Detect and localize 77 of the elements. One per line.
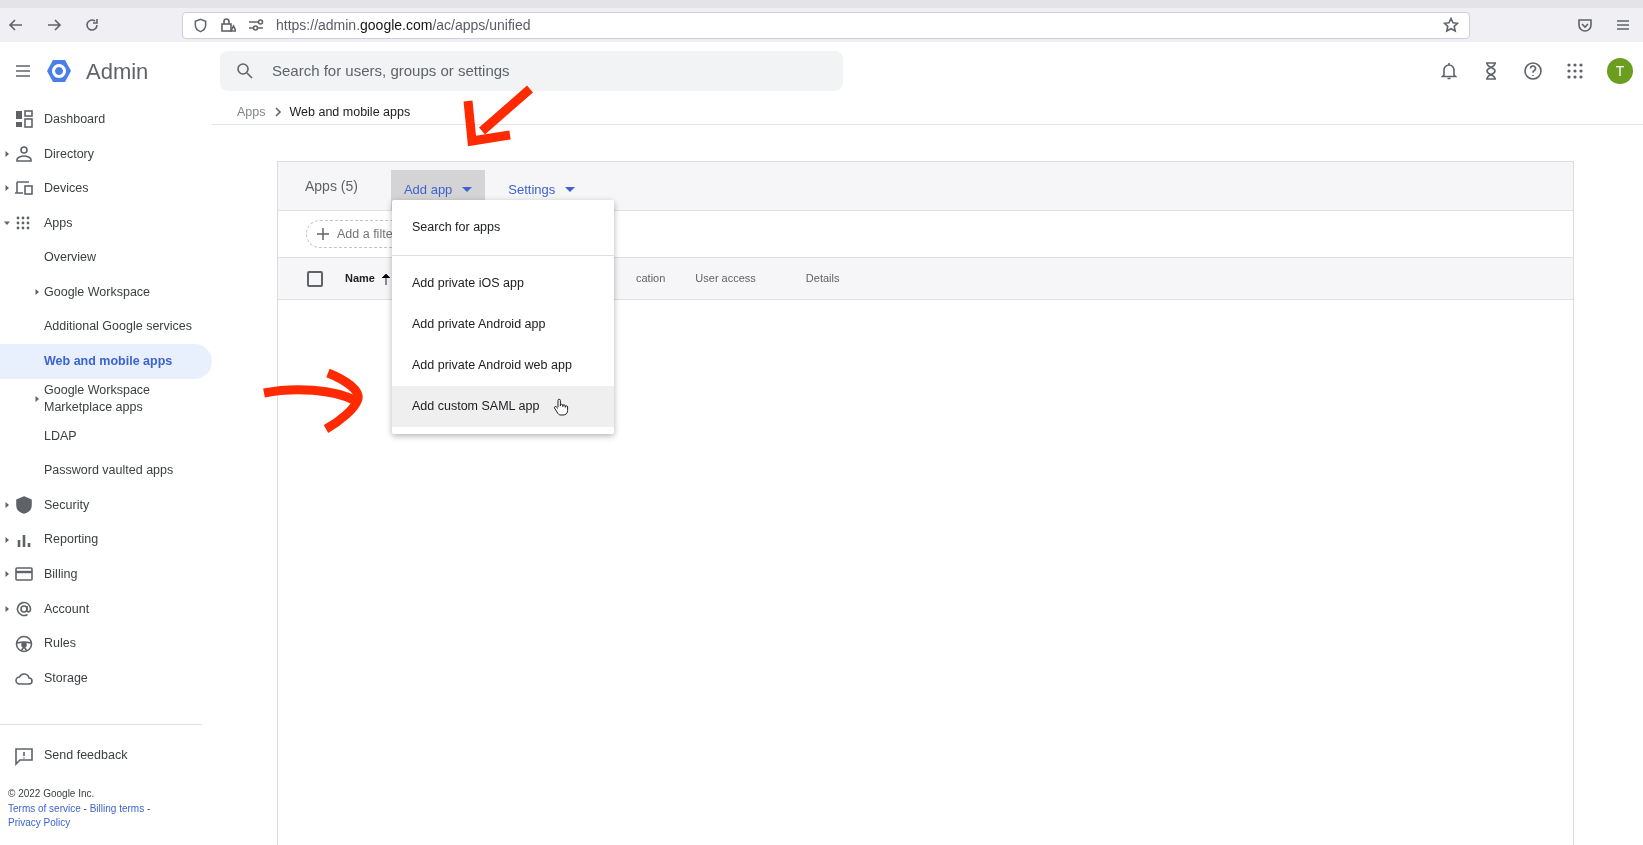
sidebar-item[interactable]: Directory [0, 136, 212, 172]
url-text: https://admin.google.com/ac/apps/unified [276, 15, 532, 35]
footer-link[interactable]: Billing terms [89, 802, 145, 814]
menu-icon[interactable] [1615, 17, 1631, 33]
sidebar-item[interactable]: Billing [0, 557, 212, 592]
expand-caret-icon[interactable] [4, 571, 10, 578]
lock-icon [220, 17, 236, 33]
expand-caret-icon[interactable] [4, 536, 10, 543]
sidebar-item[interactable]: LDAP [0, 418, 212, 454]
dashboard-icon [14, 109, 34, 130]
column-header[interactable]: Name [345, 270, 391, 287]
expand-caret-icon[interactable] [4, 502, 10, 509]
sidebar-item[interactable]: Security [0, 487, 212, 523]
steering-wheel-icon [14, 633, 34, 654]
footer-link[interactable]: Privacy Policy [8, 817, 71, 829]
apps-grid-icon[interactable] [1565, 61, 1585, 81]
shield-icon [193, 17, 208, 33]
product-name: Admin [86, 57, 149, 86]
expand-caret-icon[interactable] [4, 185, 10, 192]
caret-icon [565, 187, 576, 193]
plus-icon [317, 228, 329, 240]
star-icon[interactable] [1443, 17, 1459, 33]
footer-link[interactable]: Terms of service [8, 802, 81, 814]
expand-caret-icon[interactable] [34, 289, 40, 296]
caret-icon [462, 187, 473, 193]
menu-item[interactable]: Add private iOS app [392, 263, 614, 304]
address-bar[interactable]: https://admin.google.com/ac/apps/unified [182, 11, 1470, 39]
sidebar-item[interactable]: Devices [0, 171, 212, 206]
permissions-icon [248, 17, 264, 33]
feedback-icon [14, 745, 34, 766]
sidebar-item[interactable]: Google Workspace Marketplace apps [0, 378, 212, 419]
card-title: Apps (5) [305, 177, 358, 196]
help-icon[interactable] [1523, 61, 1543, 81]
menu-item[interactable]: Add private Android app [392, 304, 614, 345]
menu-item[interactable]: Add custom SAML app [392, 386, 614, 427]
sidebar-item[interactable]: Overview [0, 240, 212, 275]
expand-caret-icon[interactable] [34, 395, 40, 402]
sidebar-item[interactable]: Rules [0, 626, 212, 661]
sidebar-item[interactable]: Storage [0, 660, 212, 696]
sidebar-item[interactable]: Reporting [0, 522, 212, 558]
search-field[interactable]: Search for users, groups or settings [220, 51, 843, 91]
search-icon [236, 62, 254, 80]
column-header[interactable]: User access [695, 270, 756, 287]
menu-item[interactable]: Add private Android web app [392, 345, 614, 386]
hexagon-logo-icon [46, 59, 72, 83]
annotation-arrow [462, 85, 534, 147]
sidebar-item[interactable]: Apps [0, 205, 212, 241]
hand-cursor-icon [553, 397, 570, 416]
sidebar-item[interactable]: Google Workspace [0, 274, 212, 310]
back-icon[interactable] [8, 17, 24, 33]
chevron-icon [273, 107, 282, 117]
sidebar-item[interactable]: Password vaulted apps [0, 453, 212, 488]
expand-caret-icon[interactable] [4, 220, 10, 227]
sidebar-item[interactable]: Web and mobile apps [0, 344, 212, 379]
settings-dropdown[interactable]: Settings [495, 170, 589, 210]
select-all-checkbox[interactable] [307, 270, 323, 287]
pocket-icon[interactable] [1577, 17, 1593, 33]
reload-icon[interactable] [84, 17, 100, 33]
column-header[interactable]: Details [805, 270, 840, 287]
bell-icon[interactable] [1439, 61, 1459, 81]
at-sign-icon [14, 599, 34, 619]
feedback-link[interactable]: Send feedback [0, 738, 212, 774]
breadcrumb-current: Web and mobile apps [289, 103, 411, 121]
expand-caret-icon[interactable] [4, 606, 10, 612]
menu-icon[interactable] [14, 62, 32, 80]
column-header[interactable]: cation [635, 270, 666, 287]
shield-icon [14, 495, 34, 516]
copyright-text: © 2022 Google Inc. [8, 787, 96, 802]
expand-caret-icon[interactable] [4, 150, 10, 157]
person-icon [14, 143, 34, 164]
footer-links: Terms of service - Billing terms - Privacy Policy [8, 801, 152, 831]
sidebar-item[interactable]: Account [0, 591, 212, 627]
forward-icon[interactable] [46, 17, 62, 33]
search-input[interactable]: Search for users, groups or settings [270, 58, 827, 84]
sidebar-item[interactable]: Additional Google services [0, 309, 212, 345]
breadcrumb-link[interactable]: Apps [237, 102, 266, 122]
sidebar-item[interactable]: Dashboard [0, 102, 212, 137]
